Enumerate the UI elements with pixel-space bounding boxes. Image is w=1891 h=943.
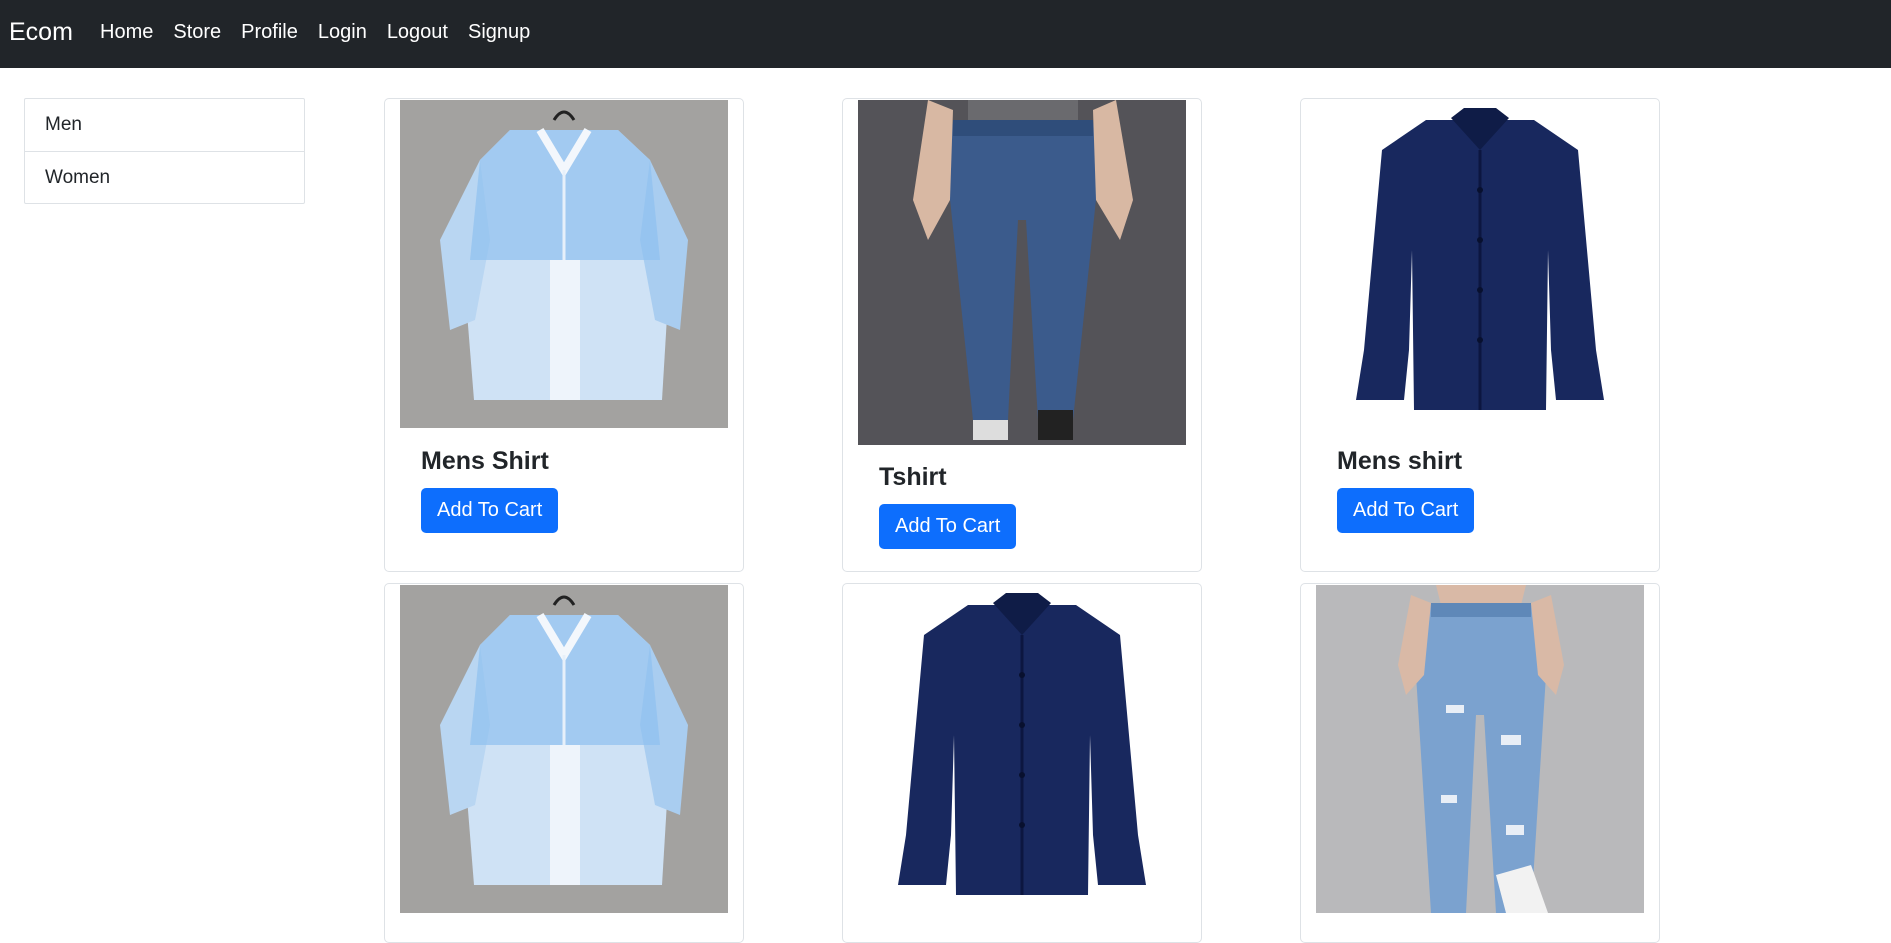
product-image[interactable] [858, 100, 1186, 445]
nav-link-home[interactable]: Home [100, 21, 153, 44]
product-image[interactable] [400, 100, 728, 428]
sidebar-item-women[interactable]: Women [25, 151, 304, 203]
nav-link-logout[interactable]: Logout [387, 21, 448, 44]
product-card: Tshirt Add To Cart [842, 98, 1202, 572]
product-image[interactable] [858, 585, 1186, 913]
add-to-cart-button[interactable]: Add To Cart [421, 488, 559, 533]
product-card [1300, 583, 1660, 943]
sidebar-item-men[interactable]: Men [25, 99, 304, 151]
product-image[interactable] [1316, 585, 1644, 913]
nav-link-login[interactable]: Login [318, 21, 367, 44]
nav-link-store[interactable]: Store [173, 21, 221, 44]
category-sidebar: Men Women [24, 98, 305, 204]
product-card [842, 583, 1202, 943]
product-image[interactable] [400, 585, 728, 913]
nav-link-signup[interactable]: Signup [468, 21, 530, 44]
add-to-cart-button[interactable]: Add To Cart [879, 504, 1017, 549]
product-title: Tshirt [879, 463, 947, 491]
navbar: Ecom Home Store Profile Login Logout Sig… [0, 0, 1891, 68]
brand-logo[interactable]: Ecom [9, 18, 73, 47]
product-card: Mens Shirt Add To Cart [384, 98, 744, 572]
product-title: Mens Shirt [421, 447, 549, 475]
nav-link-profile[interactable]: Profile [241, 21, 298, 44]
nav-links: Home Store Profile Login Logout Signup [100, 21, 530, 44]
product-card [384, 583, 744, 943]
card-body: Mens shirt Add To Cart [1337, 447, 1475, 533]
add-to-cart-button[interactable]: Add To Cart [1337, 488, 1475, 533]
product-card: Mens shirt Add To Cart [1300, 98, 1660, 572]
card-body: Mens Shirt Add To Cart [421, 447, 559, 533]
card-body: Tshirt Add To Cart [879, 463, 1017, 549]
product-title: Mens shirt [1337, 447, 1463, 475]
product-image[interactable] [1316, 100, 1644, 428]
